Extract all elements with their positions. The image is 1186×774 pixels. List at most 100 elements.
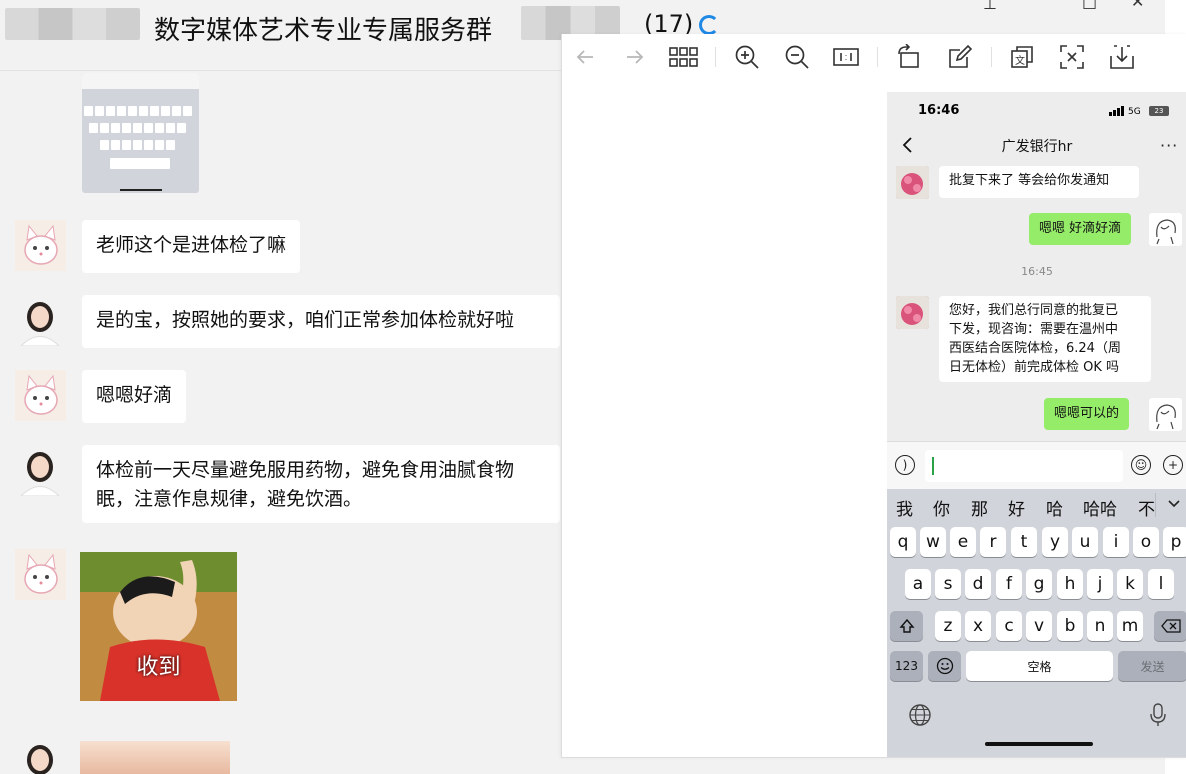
avatar[interactable] [15,295,66,346]
key[interactable]: z [935,611,961,641]
key[interactable]: q [890,527,916,557]
phone-message-bubble[interactable]: 批复下来了 等会给你发通知 [939,166,1139,198]
message-text-line2: 眠，注意作息规律，避免饮酒。 [96,488,363,510]
grid-icon[interactable] [669,42,699,72]
cat-avatar-icon [24,224,58,265]
back-arrow-icon[interactable] [570,42,600,72]
key[interactable]: r [980,527,1006,557]
close-icon[interactable]: ✕ [1131,0,1144,11]
network-type: 5G [1128,107,1141,117]
actual-size-icon[interactable] [831,42,861,72]
candidate-word[interactable]: 好 [1008,495,1025,520]
translate-icon[interactable]: 文 [1007,42,1037,72]
avatar[interactable] [15,370,66,421]
chat-message-bubble[interactable]: 是的宝，按照她的要求，咱们正常参加体检就好啦 [82,295,560,348]
avatar[interactable] [15,738,66,774]
key[interactable]: l [1148,569,1174,599]
key[interactable]: w [920,527,946,557]
key[interactable]: i [1103,527,1129,557]
contact-avatar[interactable] [896,166,929,199]
key[interactable]: s [935,569,961,599]
key[interactable]: f [996,569,1022,599]
candidate-word[interactable]: 你 [933,495,950,520]
plus-icon[interactable]: + [1163,455,1183,475]
phone-message-bubble-sent[interactable]: 嗯嗯可以的 [1044,398,1130,430]
avatar[interactable] [15,445,66,496]
voice-input-icon[interactable]: ) [895,455,915,475]
rotate-icon[interactable] [894,42,924,72]
number-key[interactable]: 123 [890,651,923,681]
message-text: 嗯嗯 好滴好滴 [1039,221,1122,236]
chevron-down-icon[interactable] [1167,499,1181,509]
key[interactable]: k [1117,569,1143,599]
shift-key[interactable] [890,611,923,641]
key[interactable]: b [1057,611,1083,641]
text-extract-icon[interactable] [1057,42,1087,72]
phone-screenshot: 16:46 5G 23 广发银行hr ··· 批复下来了 等会给你发通知 嗯嗯 … [887,92,1186,757]
keyboard-screenshot-thumbnail[interactable] [82,73,199,193]
download-icon[interactable] [1107,42,1137,72]
battery-icon: 23 [1149,106,1169,116]
emoji-icon[interactable]: ☺ [1131,455,1151,475]
message-text: 嗯嗯好滴 [96,384,173,406]
microphone-icon[interactable] [1149,703,1167,727]
pin-icon[interactable]: ⊥ [983,0,997,13]
chat-message-bubble[interactable]: 体检前一天尽量避免服用药物，避免食用油腻食物 眠，注意作息规律，避免饮酒。 [82,445,560,523]
candidate-word[interactable]: 我 [896,495,913,520]
key[interactable]: x [965,611,991,641]
my-avatar[interactable] [1149,398,1182,431]
candidate-word[interactable]: 不 [1138,495,1155,520]
phone-message-bubble-sent[interactable]: 嗯嗯 好滴好滴 [1029,213,1132,245]
on-screen-keyboard: 我 你 那 好 哈 哈哈 不 q w e r t y u i o p a s d… [887,489,1186,757]
key[interactable]: p [1163,527,1186,557]
emoji-key[interactable] [928,651,961,681]
contact-avatar[interactable] [896,296,929,329]
sticker-image[interactable] [80,741,230,774]
send-key[interactable]: 发送 [1118,651,1186,681]
backspace-icon [1160,619,1181,633]
key[interactable]: u [1072,527,1098,557]
home-indicator [985,742,1093,746]
more-options-icon[interactable]: ··· [1160,136,1178,155]
my-avatar[interactable] [1149,213,1182,246]
key[interactable]: g [1026,569,1052,599]
chat-message-bubble[interactable]: 老师这个是进体检了嘛 [82,220,301,273]
message-line: 下发，现咨询：需要在温州中 [949,322,1119,337]
sticker-caption: 收到 [136,655,181,680]
chat-message-bubble[interactable]: 嗯嗯好滴 [82,370,187,423]
zoom-out-icon[interactable] [782,42,812,72]
forward-arrow-icon[interactable] [620,42,650,72]
maximize-icon[interactable]: □ [1082,0,1097,11]
globe-icon[interactable] [908,703,932,727]
key[interactable]: n [1087,611,1113,641]
shift-icon [898,618,915,633]
sticker-image[interactable]: 收到 [80,552,237,701]
key[interactable]: t [1011,527,1037,557]
zoom-in-icon[interactable] [732,42,762,72]
key[interactable]: j [1087,569,1113,599]
key[interactable]: v [1026,611,1052,641]
candidate-word[interactable]: 哈哈 [1083,495,1117,520]
key[interactable]: a [905,569,931,599]
text-cursor [932,457,934,475]
key[interactable]: o [1133,527,1159,557]
key[interactable]: d [965,569,991,599]
avatar[interactable] [15,220,66,271]
candidate-word[interactable]: 哈 [1046,495,1063,520]
edit-icon[interactable] [945,42,975,72]
key[interactable]: e [950,527,976,557]
candidate-word[interactable]: 那 [971,495,988,520]
message-text: 嗯嗯可以的 [1054,406,1120,421]
sketch-avatar-icon [1156,219,1176,245]
phone-message-bubble[interactable]: 您好，我们总行同意的批复已 下发，现咨询：需要在温州中 西医结合医院体检，6.2… [939,296,1151,382]
space-key[interactable]: 空格 [966,651,1113,681]
cat-avatar-icon [24,553,58,594]
image-viewer-window: 文 16:46 5G 23 广发银行hr ··· 批复下来了 等会给你发通知 嗯… [561,34,1186,758]
avatar[interactable] [15,549,66,600]
backspace-key[interactable] [1154,611,1186,641]
message-input[interactable] [925,450,1123,482]
key[interactable]: m [1117,611,1143,641]
key[interactable]: c [996,611,1022,641]
key[interactable]: y [1042,527,1068,557]
key[interactable]: h [1057,569,1083,599]
